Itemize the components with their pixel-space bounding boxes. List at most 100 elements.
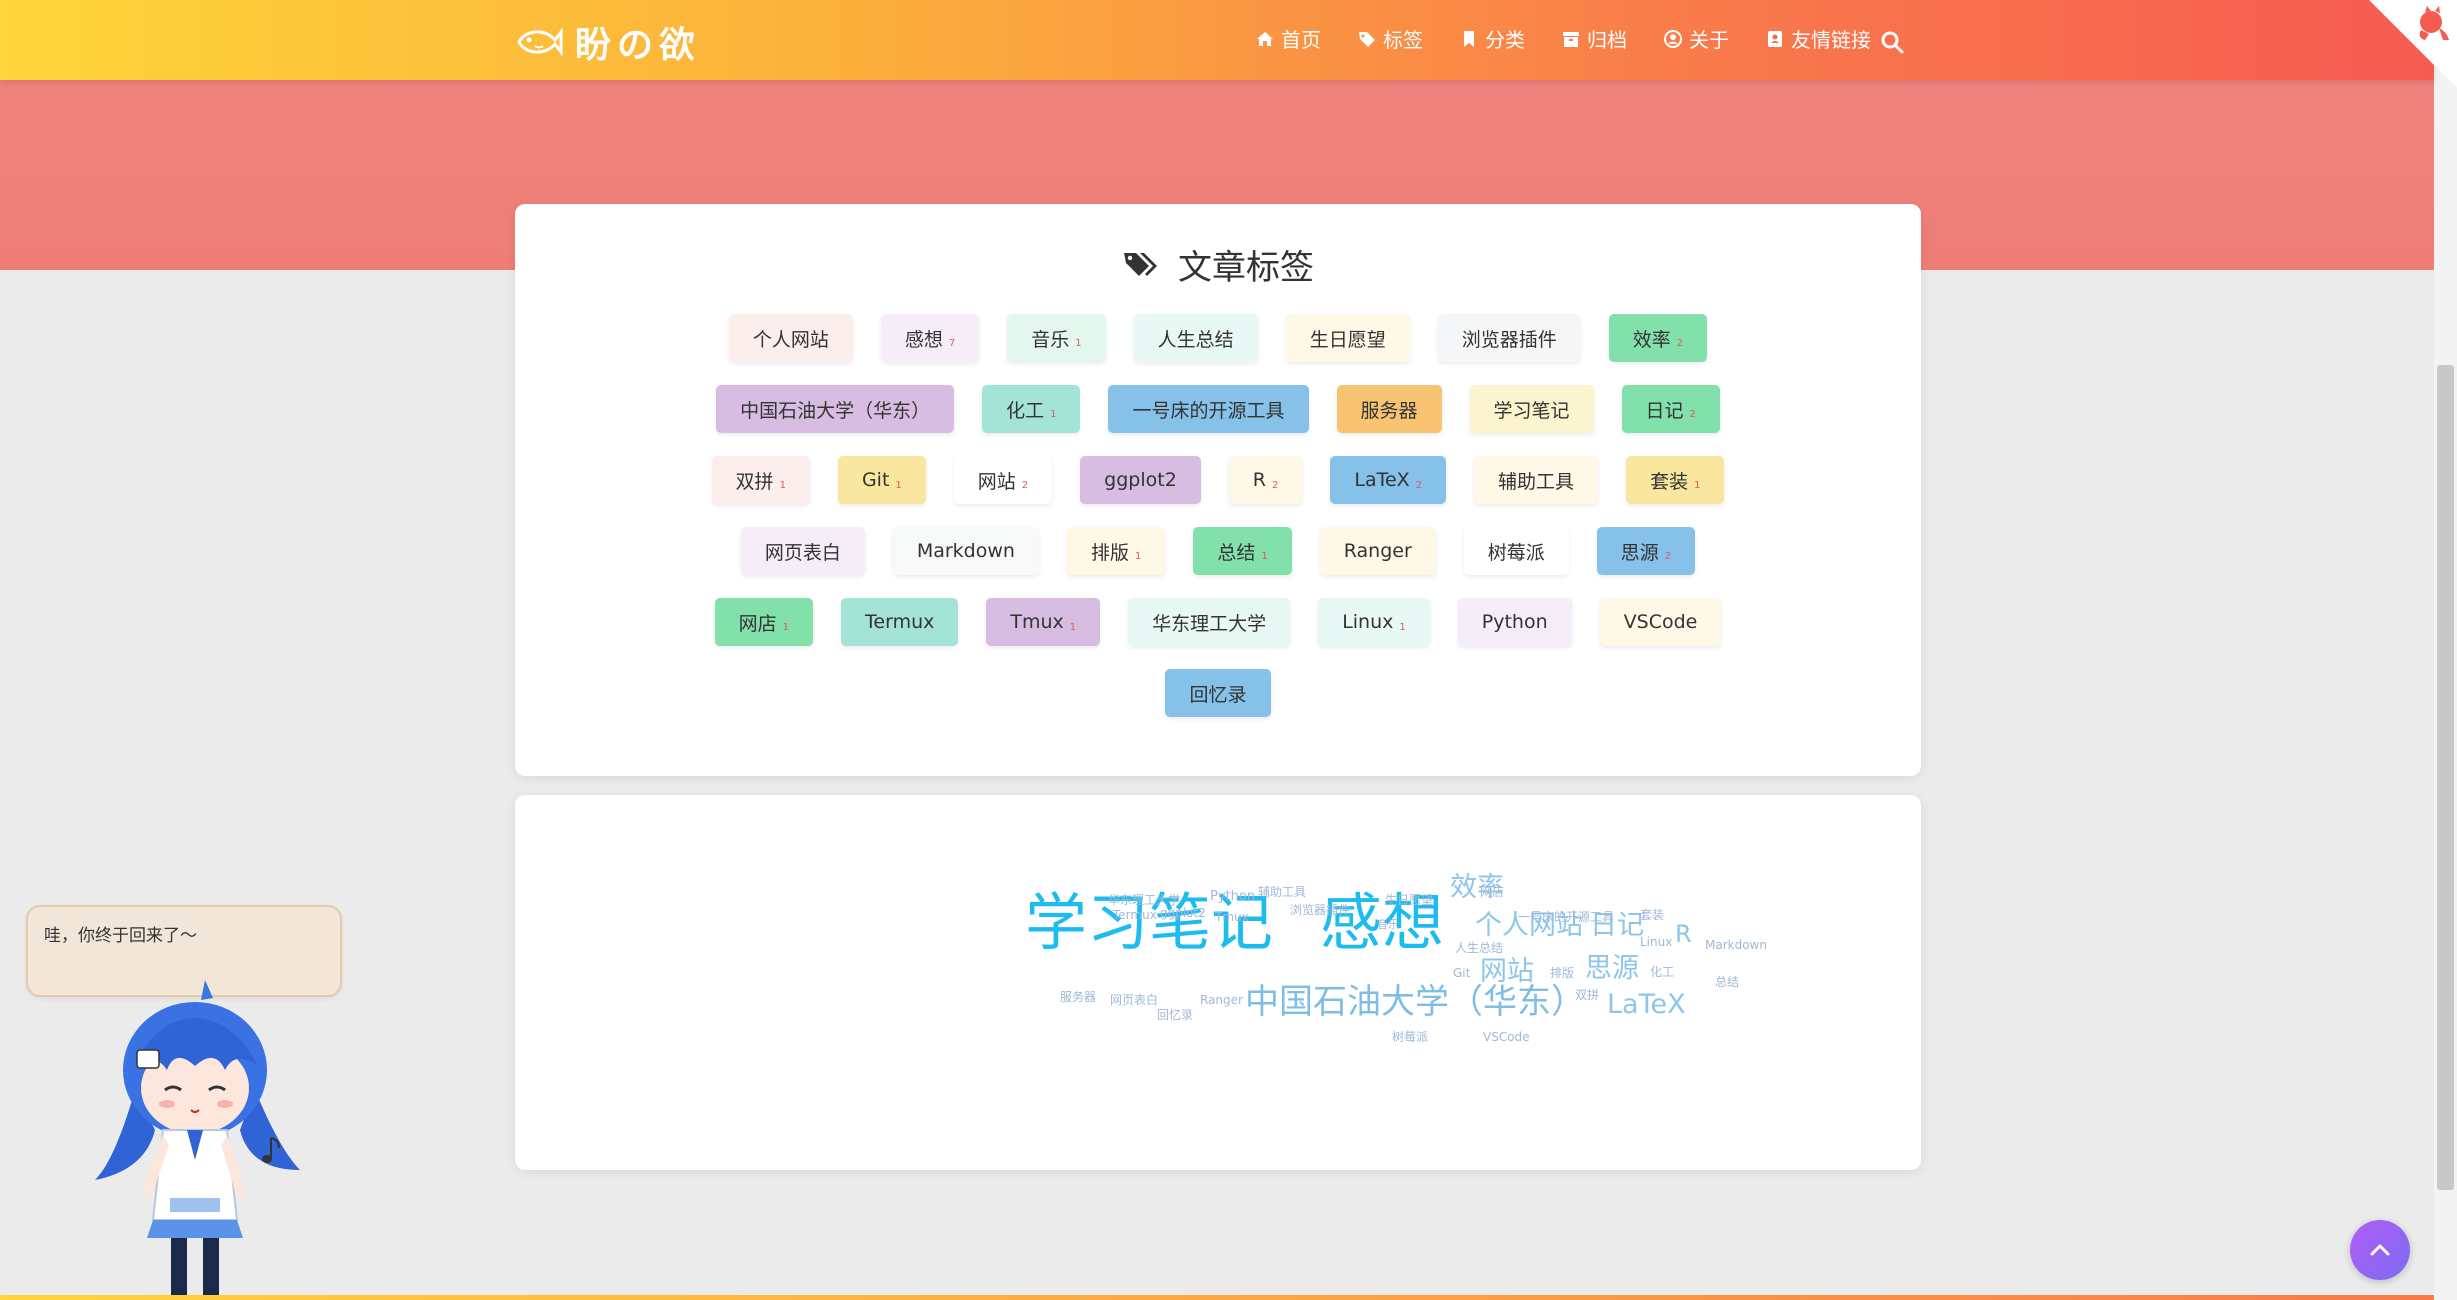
cloud-word[interactable]: 网站 bbox=[1480, 958, 1534, 985]
nav-links[interactable]: 友情链接 bbox=[1765, 24, 1871, 53]
back-to-top-button[interactable] bbox=[2350, 1220, 2410, 1280]
cloud-word[interactable]: 一号床的开源工具 bbox=[1518, 911, 1614, 923]
cloud-word[interactable]: 网页表白 bbox=[1110, 994, 1158, 1006]
cloud-word[interactable]: LaTeX bbox=[1607, 991, 1686, 1018]
search-icon[interactable] bbox=[1880, 30, 1904, 54]
tag-chip[interactable]: 浏览器插件 bbox=[1437, 314, 1581, 362]
tag-chip[interactable]: 网页表白 bbox=[740, 527, 865, 575]
cloud-word[interactable]: 套装 bbox=[1640, 909, 1664, 921]
site-brand[interactable]: 盼の欲 bbox=[515, 20, 701, 66]
tag-chip[interactable]: Python bbox=[1457, 598, 1572, 646]
tag-label: Termux bbox=[865, 611, 935, 633]
cloud-word[interactable]: VSCode bbox=[1483, 1031, 1530, 1043]
page-scrollbar-thumb[interactable] bbox=[2437, 365, 2454, 1190]
cloud-word[interactable]: 回忆录 bbox=[1157, 1009, 1193, 1021]
tag-chip[interactable]: 网站 2 bbox=[953, 456, 1053, 504]
tag-chip[interactable]: Ranger bbox=[1319, 527, 1436, 575]
tag-chip[interactable]: 效率 2 bbox=[1608, 314, 1708, 362]
tag-label: 思源 bbox=[1620, 541, 1659, 564]
cloud-word[interactable]: 辅助工具 bbox=[1258, 886, 1306, 898]
nav-about[interactable]: 关于 bbox=[1663, 24, 1729, 53]
cloud-word[interactable]: Git bbox=[1453, 967, 1470, 979]
tag-chip[interactable]: 感想 7 bbox=[880, 314, 980, 362]
cloud-word[interactable]: 人生总结 bbox=[1455, 942, 1503, 954]
cloud-word[interactable]: Linux bbox=[1640, 936, 1672, 948]
tag-chip[interactable]: 总结 1 bbox=[1193, 527, 1292, 575]
tag-chip[interactable]: 套装 1 bbox=[1626, 456, 1725, 504]
tag-chip[interactable]: ggplot2 bbox=[1080, 456, 1201, 504]
tag-chip[interactable]: Git 1 bbox=[837, 456, 926, 504]
tag-chip[interactable]: 中国石油大学（华东） bbox=[716, 385, 955, 433]
cloud-word[interactable]: 树莓派 bbox=[1392, 1031, 1428, 1043]
tag-chip[interactable]: 生日愿望 bbox=[1285, 314, 1410, 362]
cloud-word[interactable]: 浏览器插件 bbox=[1290, 904, 1350, 916]
cloud-word[interactable]: 中国石油大学（华东） bbox=[1245, 985, 1585, 1019]
nav-tags[interactable]: 标签 bbox=[1357, 24, 1423, 53]
nav-archive-label: 归档 bbox=[1587, 28, 1627, 52]
nav-tags-label: 标签 bbox=[1383, 28, 1423, 52]
cloud-word[interactable]: Tmux bbox=[1215, 911, 1249, 923]
cloud-word[interactable]: 化工 bbox=[1650, 966, 1674, 978]
cloud-word[interactable]: 总结 bbox=[1715, 976, 1739, 988]
tag-chip[interactable]: VSCode bbox=[1599, 598, 1722, 646]
nav-home[interactable]: 首页 bbox=[1255, 24, 1321, 53]
tag-chip[interactable]: Termux bbox=[841, 598, 959, 646]
nav-archive[interactable]: 归档 bbox=[1561, 24, 1627, 53]
tag-chip[interactable]: 服务器 bbox=[1336, 385, 1442, 433]
tag-chip[interactable]: 树莓派 bbox=[1463, 527, 1569, 575]
nav-about-label: 关于 bbox=[1689, 28, 1729, 52]
tag-chip[interactable]: Markdown bbox=[892, 527, 1039, 575]
tag-chip[interactable]: LaTeX 2 bbox=[1330, 456, 1447, 504]
mascot-character[interactable] bbox=[75, 970, 315, 1300]
cloud-word[interactable]: 华东理工大学 bbox=[1108, 894, 1180, 906]
top-navbar: 盼の欲 首页 标签 分类 归档 关于 友情链接 bbox=[0, 0, 2434, 80]
tag-chip[interactable]: 网店 1 bbox=[714, 598, 814, 646]
nav-links-label: 友情链接 bbox=[1791, 28, 1871, 52]
nav-categories[interactable]: 分类 bbox=[1459, 24, 1525, 53]
cloud-word[interactable]: ggplot2 bbox=[1160, 907, 1206, 919]
tag-chip[interactable]: 人生总结 bbox=[1133, 314, 1258, 362]
tag-chip[interactable]: 个人网站 bbox=[728, 314, 853, 362]
cloud-word[interactable]: Markdown bbox=[1705, 939, 1767, 951]
github-corner-icon[interactable] bbox=[2369, 0, 2457, 88]
home-icon bbox=[1257, 31, 1273, 46]
cloud-word[interactable]: 排版 bbox=[1550, 967, 1574, 979]
tag-chip[interactable]: 化工 1 bbox=[982, 385, 1081, 433]
tag-chip[interactable]: 华东理工大学 bbox=[1128, 598, 1291, 646]
tag-chip[interactable]: 双拼 1 bbox=[711, 456, 810, 504]
tag-label: 辅助工具 bbox=[1498, 470, 1575, 493]
bookmark-icon bbox=[1464, 30, 1474, 47]
cloud-word[interactable]: Ranger bbox=[1200, 994, 1243, 1006]
tag-label: Markdown bbox=[916, 540, 1015, 562]
tag-chip[interactable]: 一号床的开源工具 bbox=[1108, 385, 1309, 433]
tag-label: 网站 bbox=[977, 470, 1016, 493]
cloud-word[interactable]: Termux bbox=[1113, 909, 1157, 921]
tag-count: 2 bbox=[1664, 550, 1672, 562]
tag-count: 1 bbox=[1075, 337, 1082, 349]
word-cloud-card: 学习笔记 感想 中国石油大学（华东） 个人网站 日记 效率 思源 网站 LaTeX R 华东理工大学… bbox=[515, 795, 1921, 1170]
cloud-word[interactable]: 双拼 bbox=[1575, 989, 1599, 1001]
tag-chip[interactable]: 音乐 1 bbox=[1007, 314, 1106, 362]
cloud-word[interactable]: 网店 bbox=[1480, 886, 1504, 898]
tag-count: 1 bbox=[1261, 550, 1268, 562]
tag-chip[interactable]: Linux 1 bbox=[1318, 598, 1430, 646]
chevron-up-icon bbox=[2370, 1244, 2390, 1256]
tag-chip[interactable]: 排版 1 bbox=[1066, 527, 1166, 575]
cloud-word[interactable]: 服务器 bbox=[1060, 991, 1096, 1003]
tag-chip[interactable]: 思源 2 bbox=[1596, 527, 1696, 575]
cloud-word[interactable]: 思源 bbox=[1585, 955, 1639, 982]
tag-chip[interactable]: 辅助工具 bbox=[1474, 456, 1599, 504]
tag-count: 2 bbox=[1676, 337, 1684, 349]
tag-chip[interactable]: Tmux 1 bbox=[986, 598, 1101, 646]
tag-chip[interactable]: 回忆录 bbox=[1165, 669, 1271, 717]
cloud-word[interactable]: 生日愿望 bbox=[1385, 894, 1433, 906]
mascot-message: 哇，你终于回来了～ bbox=[44, 926, 197, 946]
tag-label: Git bbox=[861, 469, 890, 491]
cloud-word[interactable]: R bbox=[1675, 922, 1692, 946]
tag-label: 回忆录 bbox=[1189, 683, 1247, 706]
tag-chip[interactable]: 学习笔记 bbox=[1469, 385, 1594, 433]
cloud-word[interactable]: 音乐 bbox=[1377, 919, 1399, 930]
tag-chip[interactable]: R2 bbox=[1228, 456, 1303, 504]
tag-chip[interactable]: 日记 2 bbox=[1621, 385, 1720, 433]
cloud-word[interactable]: Python bbox=[1210, 890, 1255, 903]
